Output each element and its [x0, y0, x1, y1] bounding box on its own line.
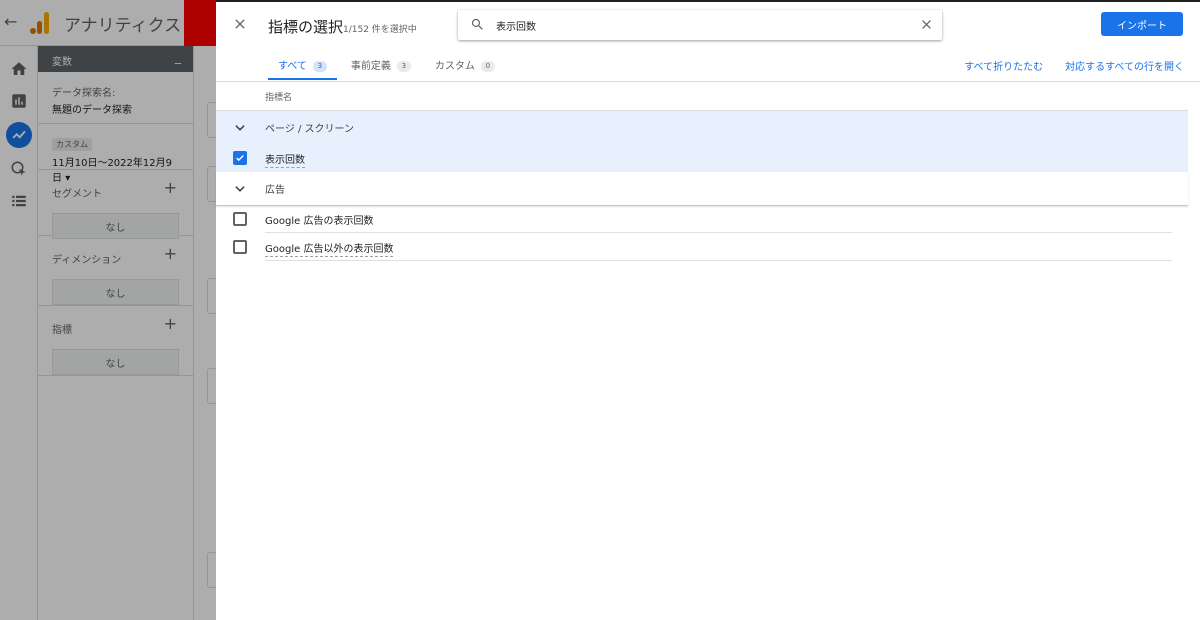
- tab-all[interactable]: すべて 3: [268, 48, 337, 80]
- metric-tabs: すべて 3 事前定義 3 カスタム 0: [268, 48, 509, 80]
- tab-all-label: すべて: [278, 61, 307, 72]
- tab-predefined-label: 事前定義: [350, 61, 391, 72]
- tab-custom[interactable]: カスタム 0: [425, 48, 505, 80]
- tab-predefined[interactable]: 事前定義 3: [341, 48, 421, 80]
- list-actions: すべて折りたたむ 対応するすべての行を開く: [964, 58, 1184, 73]
- metric-checkbox-checked[interactable]: [233, 151, 247, 165]
- row-divider: [265, 260, 1172, 261]
- column-header-metric-name: 指標名: [265, 93, 293, 103]
- dialog-title: 指標の選択: [268, 18, 344, 36]
- close-icon[interactable]: [232, 16, 248, 32]
- group-label: ページ / スクリーン: [265, 124, 355, 135]
- chevron-down-icon: [233, 182, 247, 196]
- group-row-ads[interactable]: 広告: [216, 172, 1188, 206]
- metric-row-google-ads-impressions[interactable]: Google 広告の表示回数: [216, 205, 1188, 233]
- expand-all-link[interactable]: 対応するすべての行を開く: [1065, 58, 1184, 73]
- metric-checkbox[interactable]: [233, 212, 247, 226]
- search-box: [458, 10, 942, 40]
- metric-selection-dialog: 指標の選択 1/152 件を選択中 インポート すべて 3 事前定義 3 カスタム 0…: [216, 0, 1200, 620]
- metric-checkbox[interactable]: [233, 240, 247, 254]
- tab-predefined-count: 3: [396, 61, 411, 72]
- group-label: 広告: [265, 185, 285, 196]
- clear-search-icon[interactable]: [919, 17, 934, 32]
- chevron-down-icon: [233, 121, 247, 135]
- metric-label: 表示回数: [265, 151, 305, 168]
- tab-all-count: 3: [312, 61, 327, 72]
- group-row-page-screen[interactable]: ページ / スクリーン: [216, 110, 1188, 144]
- metric-row-pageviews[interactable]: 表示回数: [216, 144, 1188, 172]
- metric-row-non-google-ads-impressions[interactable]: Google 広告以外の表示回数: [216, 233, 1188, 261]
- search-input[interactable]: [496, 16, 896, 34]
- import-button[interactable]: インポート: [1101, 12, 1183, 36]
- tabs-divider: [216, 81, 1200, 82]
- selected-count: 1/152 件を選択中: [343, 25, 417, 35]
- metric-label: Google 広告以外の表示回数: [265, 240, 394, 257]
- tab-custom-count: 0: [480, 61, 495, 72]
- search-icon: [470, 17, 485, 32]
- modal-scrim[interactable]: [0, 0, 216, 620]
- collapse-all-link[interactable]: すべて折りたたむ: [964, 58, 1043, 73]
- tab-custom-label: カスタム: [434, 61, 475, 72]
- metric-label: Google 広告の表示回数: [265, 216, 374, 227]
